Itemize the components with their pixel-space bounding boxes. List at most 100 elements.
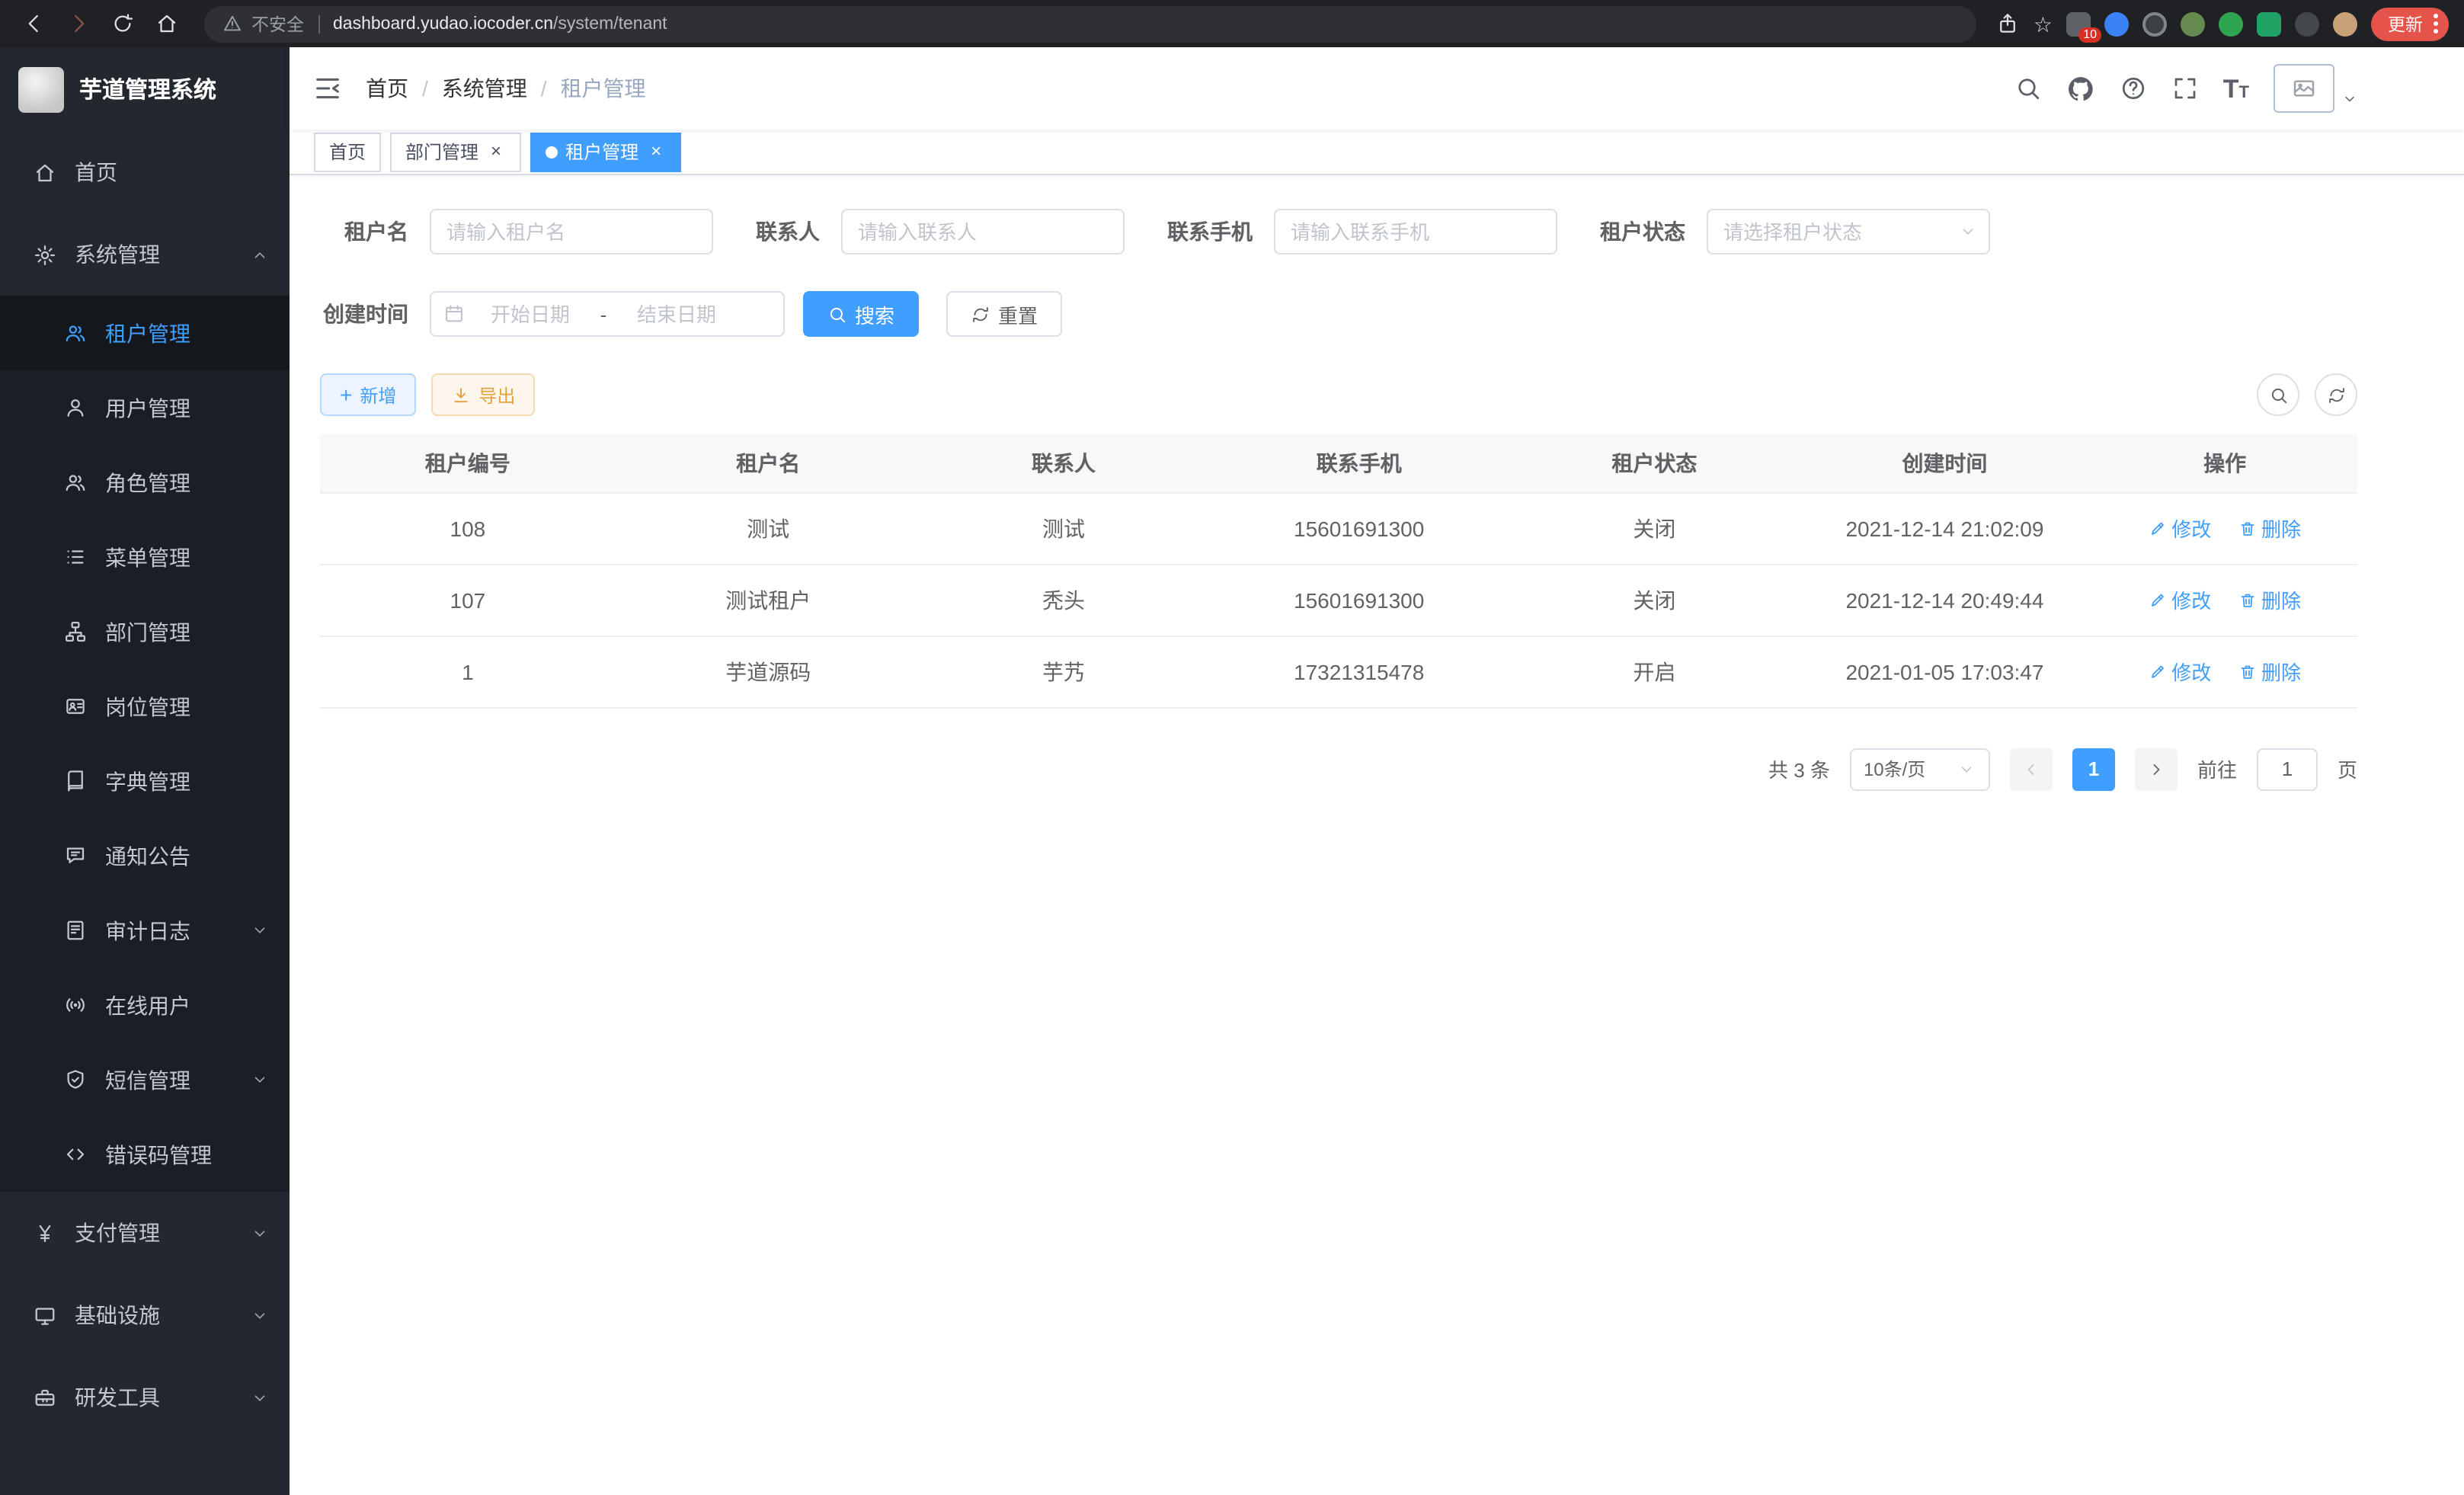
cell-tenant-id: 1 <box>320 635 616 707</box>
total-count: 共 3 条 <box>1768 754 1830 783</box>
sidebar-item-label: 支付管理 <box>75 1218 160 1248</box>
sidebar-item-notice[interactable]: 通知公告 <box>0 818 290 893</box>
github-icon[interactable] <box>2066 74 2095 103</box>
sidebar-item-menu-management[interactable]: 菜单管理 <box>0 520 290 594</box>
sidebar-item-sms-management[interactable]: 短信管理 <box>0 1042 290 1117</box>
extension-icon[interactable] <box>2142 11 2167 36</box>
contact-input[interactable] <box>841 209 1125 255</box>
hamburger-icon[interactable] <box>290 47 366 130</box>
column-header: 联系人 <box>921 434 1206 492</box>
sidebar-item-home[interactable]: 首页 <box>0 131 290 213</box>
status-label: 租户状态 <box>1600 216 1685 247</box>
notice-icon <box>64 844 87 867</box>
close-icon[interactable]: × <box>486 142 506 162</box>
goto-page-input[interactable] <box>2257 748 2318 790</box>
delete-link[interactable]: 删除 <box>2238 585 2301 614</box>
sidebar-item-dept-management[interactable]: 部门管理 <box>0 594 290 669</box>
cell-phone: 15601691300 <box>1206 492 1512 564</box>
code-icon <box>64 1143 87 1166</box>
search-button[interactable]: 搜索 <box>803 291 919 337</box>
sidebar-item-dict-management[interactable]: 字典管理 <box>0 744 290 818</box>
sidebar-logo[interactable]: 芋道管理系统 <box>0 47 290 131</box>
help-icon[interactable] <box>2120 75 2147 102</box>
sidebar-item-system-management[interactable]: 系统管理 <box>0 213 290 296</box>
refresh-table-button[interactable] <box>2315 373 2357 416</box>
tenant-name-input[interactable] <box>430 209 713 255</box>
end-date-input[interactable] <box>614 303 739 325</box>
role-icon <box>64 471 87 494</box>
sidebar-item-online-users[interactable]: 在线用户 <box>0 968 290 1042</box>
update-button[interactable]: 更新 <box>2371 7 2449 40</box>
share-icon[interactable] <box>1997 12 2020 35</box>
edit-link[interactable]: 修改 <box>2149 657 2211 686</box>
post-icon <box>64 695 87 718</box>
extension-icon[interactable] <box>2104 11 2129 36</box>
edit-link[interactable]: 修改 <box>2149 585 2211 614</box>
sidebar-item-error-code-management[interactable]: 错误码管理 <box>0 1117 290 1192</box>
tab-tenant-management[interactable]: 租户管理 × <box>530 132 681 171</box>
add-button[interactable]: + 新增 <box>320 373 416 416</box>
next-page-button[interactable] <box>2135 748 2178 790</box>
tab-home[interactable]: 首页 <box>314 132 381 171</box>
table-row: 107 测试租户 秃头 15601691300 关闭 2021-12-14 20… <box>320 564 2357 635</box>
cell-contact: 芋艿 <box>921 635 1206 707</box>
create-time-range-picker[interactable]: - <box>430 291 785 337</box>
search-icon[interactable] <box>2014 75 2042 102</box>
start-date-input[interactable] <box>468 303 593 325</box>
fullscreen-icon[interactable] <box>2171 75 2199 102</box>
browser-reload-icon[interactable] <box>104 5 140 42</box>
close-icon[interactable]: × <box>646 142 666 162</box>
breadcrumb-item[interactable]: 首页 <box>366 73 408 104</box>
extension-icon[interactable] <box>2295 11 2319 36</box>
tenant-status-value[interactable] <box>1707 209 1990 255</box>
refresh-icon <box>971 304 990 324</box>
breadcrumb-item-current: 租户管理 <box>561 73 646 104</box>
delete-link[interactable]: 删除 <box>2238 514 2301 543</box>
sidebar-item-role-management[interactable]: 角色管理 <box>0 445 290 520</box>
browser-back-icon[interactable] <box>15 5 52 42</box>
sidebar-item-infrastructure[interactable]: 基础设施 <box>0 1274 290 1356</box>
sidebar-item-tenant-management[interactable]: 租户管理 <box>0 296 290 370</box>
extension-icon[interactable] <box>2257 11 2281 36</box>
font-size-icon[interactable]: TT <box>2223 75 2249 101</box>
extension-icon[interactable]: 10 <box>2066 11 2091 36</box>
prev-page-button[interactable] <box>2010 748 2053 790</box>
tenant-status-select[interactable] <box>1707 209 1990 255</box>
phone-input[interactable] <box>1274 209 1557 255</box>
sidebar-item-label: 菜单管理 <box>105 542 190 572</box>
extension-icon[interactable] <box>2181 11 2205 36</box>
sidebar-item-user-management[interactable]: 用户管理 <box>0 370 290 445</box>
chevron-down-icon <box>251 1224 268 1241</box>
page-size-select[interactable]: 10条/页 <box>1850 748 1990 790</box>
cell-actions: 修改 删除 <box>2092 564 2357 635</box>
tab-dept-management[interactable]: 部门管理 × <box>390 132 521 171</box>
delete-link[interactable]: 删除 <box>2238 657 2301 686</box>
browser-profile-avatar[interactable] <box>2333 11 2357 36</box>
reset-button[interactable]: 重置 <box>946 291 1062 337</box>
sidebar-item-audit-log[interactable]: 审计日志 <box>0 893 290 968</box>
breadcrumb-item[interactable]: 系统管理 <box>442 73 527 104</box>
sidebar-item-dev-tools[interactable]: 研发工具 <box>0 1356 290 1439</box>
chevron-down-icon <box>1958 760 1975 777</box>
sidebar-item-post-management[interactable]: 岗位管理 <box>0 669 290 744</box>
page-unit-label: 页 <box>2338 754 2357 783</box>
logo-image <box>18 66 64 112</box>
extension-icon[interactable] <box>2219 11 2243 36</box>
menu-dots-icon[interactable] <box>2434 14 2438 34</box>
browser-forward-icon[interactable] <box>59 5 96 42</box>
address-bar[interactable]: 不安全 dashboard.yudao.iocoder.cn/system/te… <box>204 5 1977 42</box>
edit-link[interactable]: 修改 <box>2149 514 2211 543</box>
column-header: 租户名 <box>616 434 921 492</box>
column-header: 操作 <box>2092 434 2357 492</box>
bookmark-star-icon[interactable]: ☆ <box>2034 13 2053 34</box>
user-avatar[interactable] <box>2274 64 2357 113</box>
page-number-button[interactable]: 1 <box>2072 748 2115 790</box>
goto-label: 前往 <box>2197 754 2237 783</box>
export-button[interactable]: 导出 <box>431 373 535 416</box>
sidebar-item-payment-management[interactable]: 支付管理 <box>0 1192 290 1274</box>
sidebar-item-label: 角色管理 <box>105 467 190 498</box>
update-label: 更新 <box>2388 11 2423 36</box>
browser-home-icon[interactable] <box>148 5 184 42</box>
sidebar: 芋道管理系统 首页 系统管理 租户管理 用户管理 <box>0 47 290 1495</box>
toggle-search-button[interactable] <box>2257 373 2299 416</box>
